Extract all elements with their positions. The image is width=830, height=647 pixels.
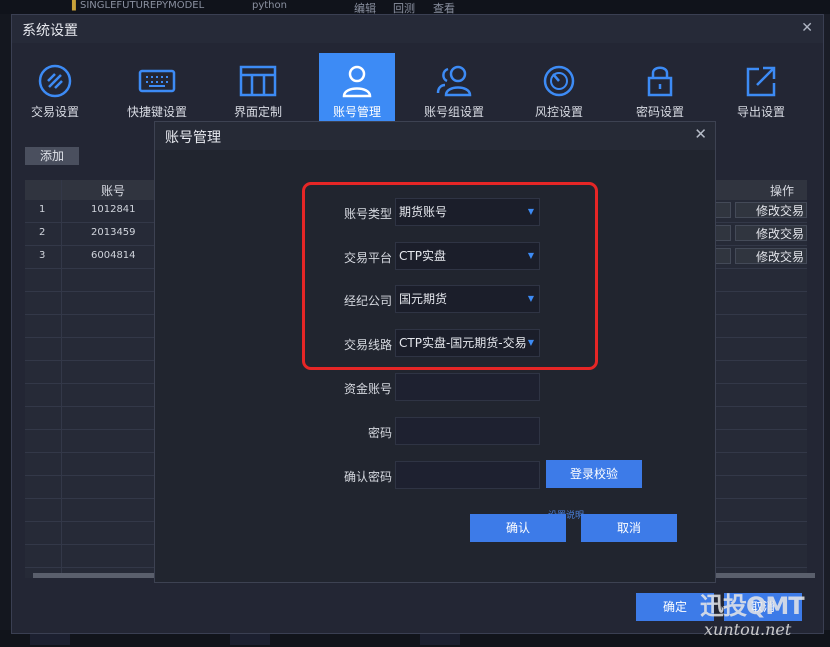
trade-settings-icon (38, 64, 72, 98)
tab-risk-control[interactable]: 风控设置 (521, 53, 597, 123)
row-number: 2 (39, 227, 46, 238)
edit-trade-button[interactable]: 修改交易 (735, 248, 807, 264)
highlight-box (302, 182, 598, 370)
cancel-button[interactable]: 取消 (581, 514, 677, 542)
tab-password-settings[interactable]: 密码设置 (622, 53, 698, 123)
edit-trade-button[interactable]: 修改交易 (735, 225, 807, 241)
settings-title: 系统设置 (22, 23, 78, 39)
layout-icon (239, 65, 277, 97)
confirm-button[interactable]: 确认 (470, 514, 566, 542)
settings-nav: 交易设置 快捷键设置 界面定制 账号管理 账号组设置 风控设置 密码设置 导出设… (12, 53, 823, 127)
background-strategy-row: ▐ SINGLEFUTUREPYMODEL python 编辑 回测 查看 (0, 0, 830, 15)
dialog-close-icon[interactable]: ✕ (694, 125, 707, 143)
keyboard-icon (138, 69, 176, 93)
watermark-brand: 迅投QMT (700, 592, 805, 620)
gauge-icon (543, 65, 575, 97)
tab-label: 快捷键设置 (126, 105, 187, 119)
tab-account-management[interactable]: 账号管理 (319, 53, 395, 123)
tab-export-settings[interactable]: 导出设置 (723, 53, 799, 123)
tab-label: 风控设置 (534, 105, 583, 119)
tab-label: 导出设置 (736, 105, 785, 119)
password-label: 密码 (367, 426, 392, 440)
tab-label: 界面定制 (233, 105, 282, 119)
dialog-titlebar (155, 122, 715, 150)
file-icon: ▐ (68, 0, 76, 11)
edit-trade-button[interactable]: 修改交易 (735, 202, 807, 218)
login-check-button[interactable]: 登录校验 (546, 460, 642, 488)
confirm-password-input[interactable] (395, 461, 540, 489)
row-number: 3 (39, 250, 46, 261)
user-group-icon (436, 65, 472, 97)
tab-layout-custom[interactable]: 界面定制 (220, 53, 296, 123)
lock-icon (647, 66, 673, 97)
tab-shortcut-settings[interactable]: 快捷键设置 (119, 53, 195, 123)
row-number: 1 (39, 204, 46, 215)
confirm-password-label: 确认密码 (343, 470, 392, 484)
add-account-button[interactable]: 添加 (25, 147, 79, 165)
settings-close-icon[interactable]: ✕ (801, 20, 813, 36)
fund-account-input[interactable] (395, 373, 540, 401)
password-input[interactable] (395, 417, 540, 445)
column-operation: 操作 (770, 184, 795, 198)
row-account: 2013459 (91, 227, 136, 238)
lang-label: python (252, 0, 287, 11)
row-action-button[interactable] (715, 225, 731, 241)
row-account: 6004814 (91, 250, 136, 261)
row-account: 1012841 (91, 204, 136, 215)
dialog-title: 账号管理 (165, 130, 221, 146)
tab-label: 账号组设置 (423, 105, 484, 119)
tab-account-group[interactable]: 账号组设置 (416, 53, 492, 123)
fund-account-label: 资金账号 (343, 382, 392, 396)
tab-label: 账号管理 (332, 105, 381, 119)
column-account: 账号 (101, 184, 126, 198)
export-icon (746, 66, 776, 97)
row-action-button[interactable] (715, 202, 731, 218)
watermark-site: xuntou.net (704, 620, 792, 639)
row-action-button[interactable] (715, 248, 731, 264)
model-name: SINGLEFUTUREPYMODEL (80, 0, 205, 11)
settings-titlebar: 系统设置 ✕ (12, 15, 823, 43)
user-icon (342, 65, 372, 98)
tab-label: 交易设置 (30, 105, 79, 119)
tab-label: 密码设置 (635, 105, 684, 119)
tab-trade-settings[interactable]: 交易设置 (17, 53, 93, 123)
